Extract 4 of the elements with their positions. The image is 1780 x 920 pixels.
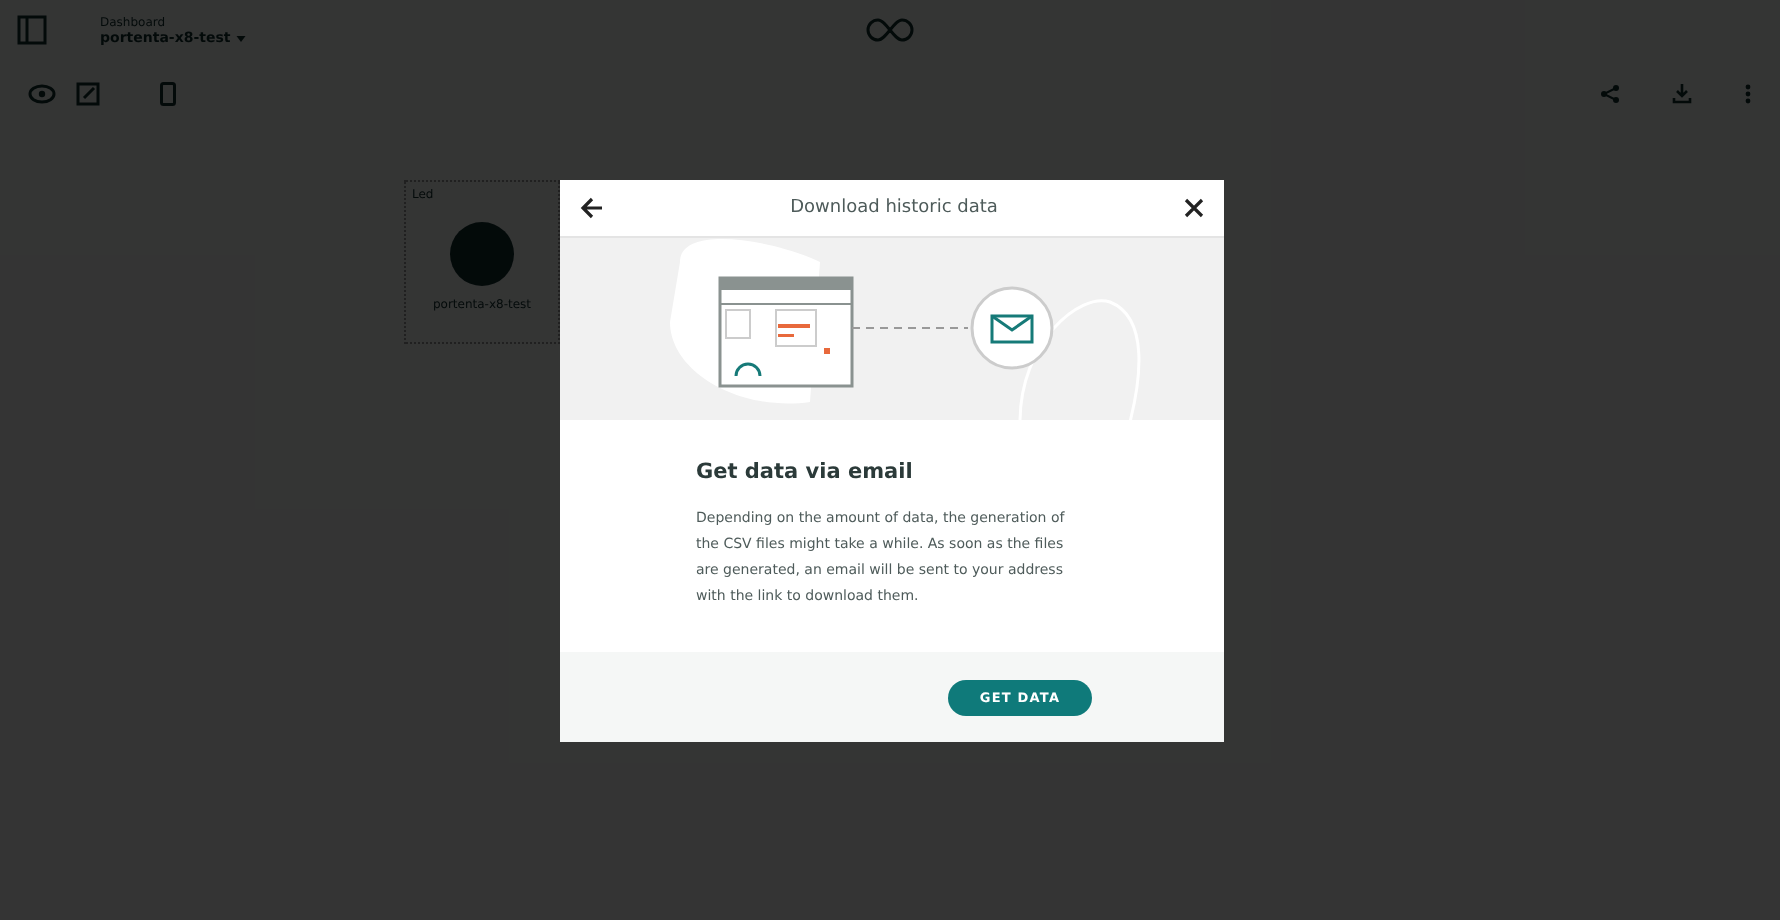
back-arrow-icon[interactable] [580,196,604,220]
dialog-title: Download historic data [790,198,998,218]
close-icon[interactable] [1184,198,1204,218]
section-heading: Get data via email [696,460,915,484]
